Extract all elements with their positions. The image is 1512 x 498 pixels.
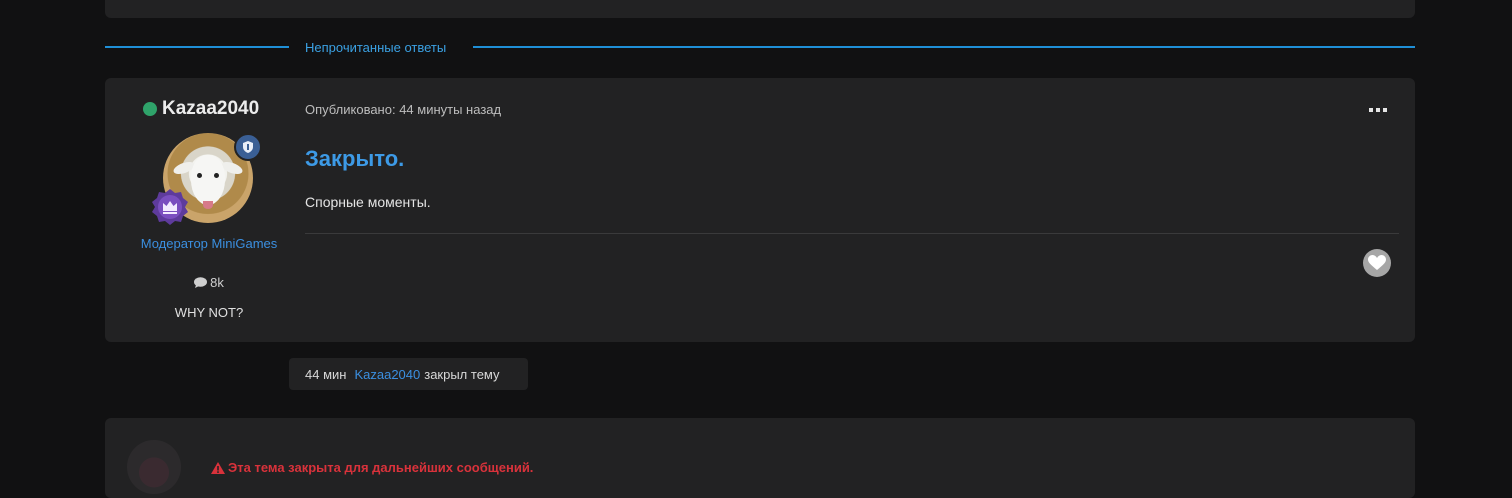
- warning-icon: [211, 461, 225, 474]
- avatar-tongue: [203, 201, 213, 209]
- post-title: Закрыто.: [305, 146, 405, 171]
- current-user-avatar: [127, 440, 181, 494]
- topic-locked-text: Эта тема закрыта для дальнейших сообщени…: [228, 460, 534, 475]
- post-count-value: 8k: [210, 275, 224, 290]
- comment-icon: [194, 276, 208, 291]
- reply-area-card: Эта тема закрыта для дальнейших сообщени…: [105, 418, 1415, 498]
- author-panel: Kazaa2040 Модератор MiniGames 8k WHY NOT…: [105, 78, 313, 342]
- post-content: Опубликовано: 44 минуты назад Закрыто. С…: [305, 78, 1415, 342]
- published-time[interactable]: Опубликовано: 44 минуты назад: [305, 102, 501, 117]
- event-time: 44 мин: [305, 366, 347, 382]
- online-status-icon: [143, 102, 157, 116]
- moderator-shield-icon: [234, 133, 262, 161]
- post-divider: [305, 233, 1399, 234]
- unread-separator-label: Непрочитанные ответы: [305, 40, 447, 55]
- topic-event: 44 мин Kazaa2040 закрыл тему: [289, 358, 528, 390]
- event-user-link[interactable]: Kazaa2040: [354, 367, 420, 382]
- like-button[interactable]: [1363, 249, 1391, 277]
- author-name[interactable]: Kazaa2040: [162, 98, 259, 120]
- heart-icon: [1368, 255, 1386, 270]
- event-action: закрыл тему: [424, 366, 500, 382]
- post-text: Спорные моменты.: [305, 194, 431, 210]
- topic-locked-notice: Эта тема закрыта для дальнейших сообщени…: [211, 460, 533, 475]
- avatar-eye-right: [214, 173, 219, 178]
- post-card: Kazaa2040 Модератор MiniGames 8k WHY NOT…: [105, 78, 1415, 342]
- more-horizontal-icon[interactable]: [1369, 100, 1387, 116]
- previous-post-card: [105, 0, 1415, 18]
- separator-line-left: [105, 46, 289, 48]
- author-post-count: 8k: [105, 275, 313, 291]
- author-name-row[interactable]: Kazaa2040: [143, 98, 259, 120]
- avatar-face: [191, 155, 225, 205]
- avatar-eye-left: [197, 173, 202, 178]
- author-motto: WHY NOT?: [174, 305, 244, 320]
- rank-crown-icon: [151, 188, 189, 226]
- separator-line-right: [473, 46, 1415, 48]
- author-role[interactable]: Модератор MiniGames: [105, 236, 313, 251]
